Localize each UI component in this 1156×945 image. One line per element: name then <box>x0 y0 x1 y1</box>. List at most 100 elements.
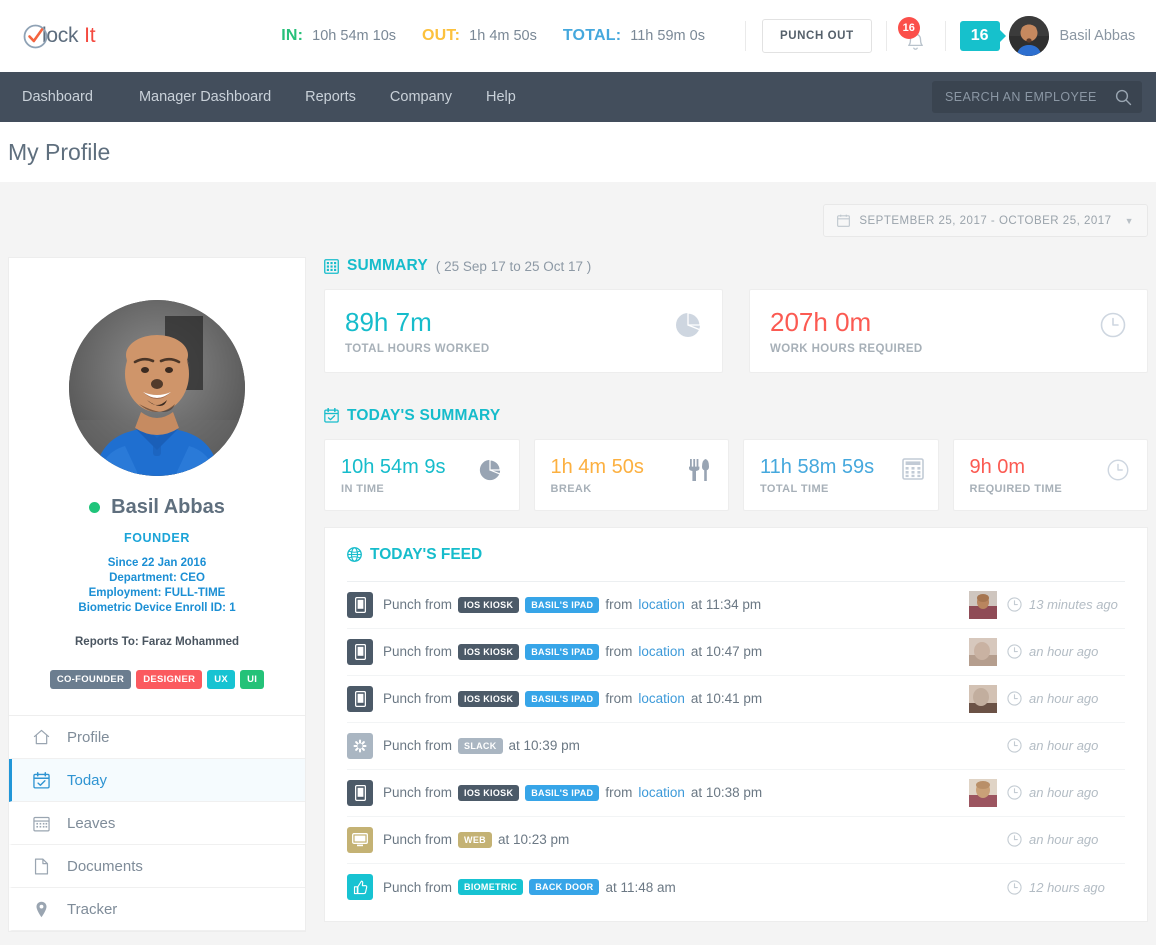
nav-item-manager-dashboard[interactable]: Manager Dashboard <box>122 72 288 122</box>
profile-reports-to: Reports To: Faraz Mohammed <box>75 636 239 648</box>
feed-suffix: at 10:41 pm <box>690 691 763 707</box>
feed-suffix: at 11:48 am <box>605 879 676 895</box>
sidebar-item-today[interactable]: Today <box>9 759 305 802</box>
today-summary-title: TODAY'S SUMMARY <box>347 406 501 424</box>
header-user-name: Basil Abbas <box>1059 28 1136 44</box>
feed-text: Punch from IOS KIOSK BASIL'S IPAD from l… <box>383 784 763 801</box>
header-time-stats: IN: 10h 54m 10s OUT: 1h 4m 50s TOTAL: 11… <box>281 27 731 45</box>
profile-tags: CO-FOUNDER DESIGNER UX UI <box>9 670 305 689</box>
summary-title: SUMMARY <box>347 257 428 274</box>
feed-row[interactable]: Punch from WEB at 10:23 pm an hour ago <box>347 817 1125 864</box>
pie-chart-icon <box>675 312 701 343</box>
profile-name: Basil Abbas <box>111 496 225 518</box>
search-input[interactable] <box>945 90 1115 104</box>
mobile-icon <box>347 638 373 665</box>
feed-pill-source: BIOMETRIC <box>458 879 524 896</box>
profile-meta-department: Department: CEO <box>109 572 205 584</box>
clock-icon <box>1007 691 1022 706</box>
feed-row[interactable]: Punch from SLACK at 10:39 pm an hour ago <box>347 723 1125 770</box>
feed-text: Punch from IOS KIOSK BASIL'S IPAD from l… <box>383 690 763 707</box>
thumbs-up-icon <box>347 874 373 901</box>
feed-pill-device: BACK DOOR <box>529 879 600 896</box>
today-summary-cards: 10h 54m 9s IN TIME 1h 4m 50s BREAK 11h 5… <box>324 438 1148 511</box>
feed-mid: from <box>605 691 633 707</box>
feed-pill-device: BASIL'S IPAD <box>525 690 600 707</box>
summary-heading: SUMMARY ( 25 Sep 17 to 25 Oct 17 ) <box>324 257 1148 275</box>
feed-time-text: an hour ago <box>1029 691 1099 707</box>
date-range-picker[interactable]: SEPTEMBER 25, 2017 - OCTOBER 25, 2017 ▼ <box>823 204 1148 237</box>
feed-text: Punch from SLACK at 10:39 pm <box>383 737 580 754</box>
feed-text: Punch from IOS KIOSK BASIL'S IPAD from l… <box>383 596 761 613</box>
right-column: SUMMARY ( 25 Sep 17 to 25 Oct 17 ) 89h 7… <box>324 257 1148 922</box>
feed-row[interactable]: Punch from IOS KIOSK BASIL'S IPAD from l… <box>347 629 1125 676</box>
feed-suffix: at 10:23 pm <box>497 832 570 848</box>
feed-suffix: at 10:39 pm <box>508 738 580 754</box>
feed-time: an hour ago <box>1007 691 1125 706</box>
clock-icon <box>1007 879 1022 895</box>
feed-row[interactable]: Punch from IOS KIOSK BASIL'S IPAD from l… <box>347 676 1125 723</box>
sidebar-item-documents[interactable]: Documents <box>9 845 305 888</box>
nav-item-help[interactable]: Help <box>469 72 533 122</box>
employee-search[interactable] <box>932 81 1142 113</box>
user-menu[interactable]: 16 Basil Abbas <box>959 16 1136 56</box>
feed-pill-source: WEB <box>458 831 492 848</box>
stat-out-label: OUT: <box>422 27 461 44</box>
search-icon[interactable] <box>1115 89 1132 106</box>
feed-location-link[interactable]: location <box>638 644 685 659</box>
map-pin-icon <box>32 901 51 918</box>
card-label: TOTAL TIME <box>760 482 829 495</box>
feed-suffix: at 10:47 pm <box>690 644 763 660</box>
feed-prefix: Punch from <box>383 832 453 848</box>
feed-thumbnail[interactable] <box>969 778 997 807</box>
feed-location-link[interactable]: location <box>638 691 685 706</box>
sidebar-item-label: Today <box>67 771 108 789</box>
feed-thumbnail[interactable] <box>969 637 997 666</box>
feed-row[interactable]: Punch from BIOMETRIC BACK DOOR at 11:48 … <box>347 864 1125 911</box>
feed-time: an hour ago <box>1007 832 1125 847</box>
stat-in-value: 10h 54m 10s <box>312 28 397 44</box>
calculator-icon <box>901 457 924 485</box>
feed-prefix: Punch from <box>383 691 453 707</box>
stat-total-label: TOTAL: <box>562 27 622 44</box>
stat-in-label: IN: <box>281 27 304 44</box>
feed-mid: from <box>605 785 633 801</box>
feed-mid: from <box>605 597 633 613</box>
sidebar-item-label: Tracker <box>67 900 118 918</box>
sidebar-item-leaves[interactable]: Leaves <box>9 802 305 845</box>
nav-item-dashboard[interactable]: Dashboard <box>22 72 110 122</box>
feed-location-link[interactable]: location <box>638 785 685 800</box>
tag-ui: UI <box>240 670 265 689</box>
sidebar-item-profile[interactable]: Profile <box>9 716 305 759</box>
notifications-button[interactable]: 16 <box>897 17 931 53</box>
todays-feed-heading: TODAY'S FEED <box>347 546 1125 582</box>
sidebar-item-tracker[interactable]: Tracker <box>9 888 305 931</box>
profile-avatar[interactable] <box>69 300 245 476</box>
chevron-down-icon: ▼ <box>1124 215 1134 226</box>
feed-row[interactable]: Punch from IOS KIOSK BASIL'S IPAD from l… <box>347 582 1125 629</box>
feed-suffix: at 10:38 pm <box>690 785 763 801</box>
feed-thumbnail[interactable] <box>969 684 997 713</box>
tag-designer: DESIGNER <box>136 670 203 689</box>
feed-location-link[interactable]: location <box>638 597 685 612</box>
feed-thumbnail[interactable] <box>969 590 997 619</box>
page-title: My Profile <box>8 138 111 165</box>
daterange-row: SEPTEMBER 25, 2017 - OCTOBER 25, 2017 ▼ <box>8 182 1148 237</box>
card-total-hours-worked: 89h 7m TOTAL HOURS WORKED <box>324 289 723 373</box>
punch-out-button[interactable]: PUNCH OUT <box>761 19 872 53</box>
avatar[interactable] <box>1008 16 1049 56</box>
feed-time: an hour ago <box>1007 785 1125 800</box>
clock-icon <box>1107 459 1129 486</box>
nav-item-reports[interactable]: Reports <box>288 72 373 122</box>
feed-time-text: 12 hours ago <box>1029 879 1105 895</box>
feed-pill-source: IOS KIOSK <box>458 643 520 660</box>
card-value: 11h 58m 59s <box>760 455 875 478</box>
stat-out: OUT: 1h 4m 50s <box>422 27 537 45</box>
feed-row[interactable]: Punch from IOS KIOSK BASIL'S IPAD from l… <box>347 770 1125 817</box>
feed-time-text: an hour ago <box>1029 785 1099 801</box>
stat-total: TOTAL: 11h 59m 0s <box>563 27 705 45</box>
profile-meta-biometric-id: Biometric Device Enroll ID: 1 <box>78 602 236 614</box>
app-logo[interactable]: lock It <box>22 23 96 50</box>
nav-item-company[interactable]: Company <box>373 72 469 122</box>
feed-time: an hour ago <box>1007 738 1125 753</box>
home-icon <box>32 729 51 745</box>
